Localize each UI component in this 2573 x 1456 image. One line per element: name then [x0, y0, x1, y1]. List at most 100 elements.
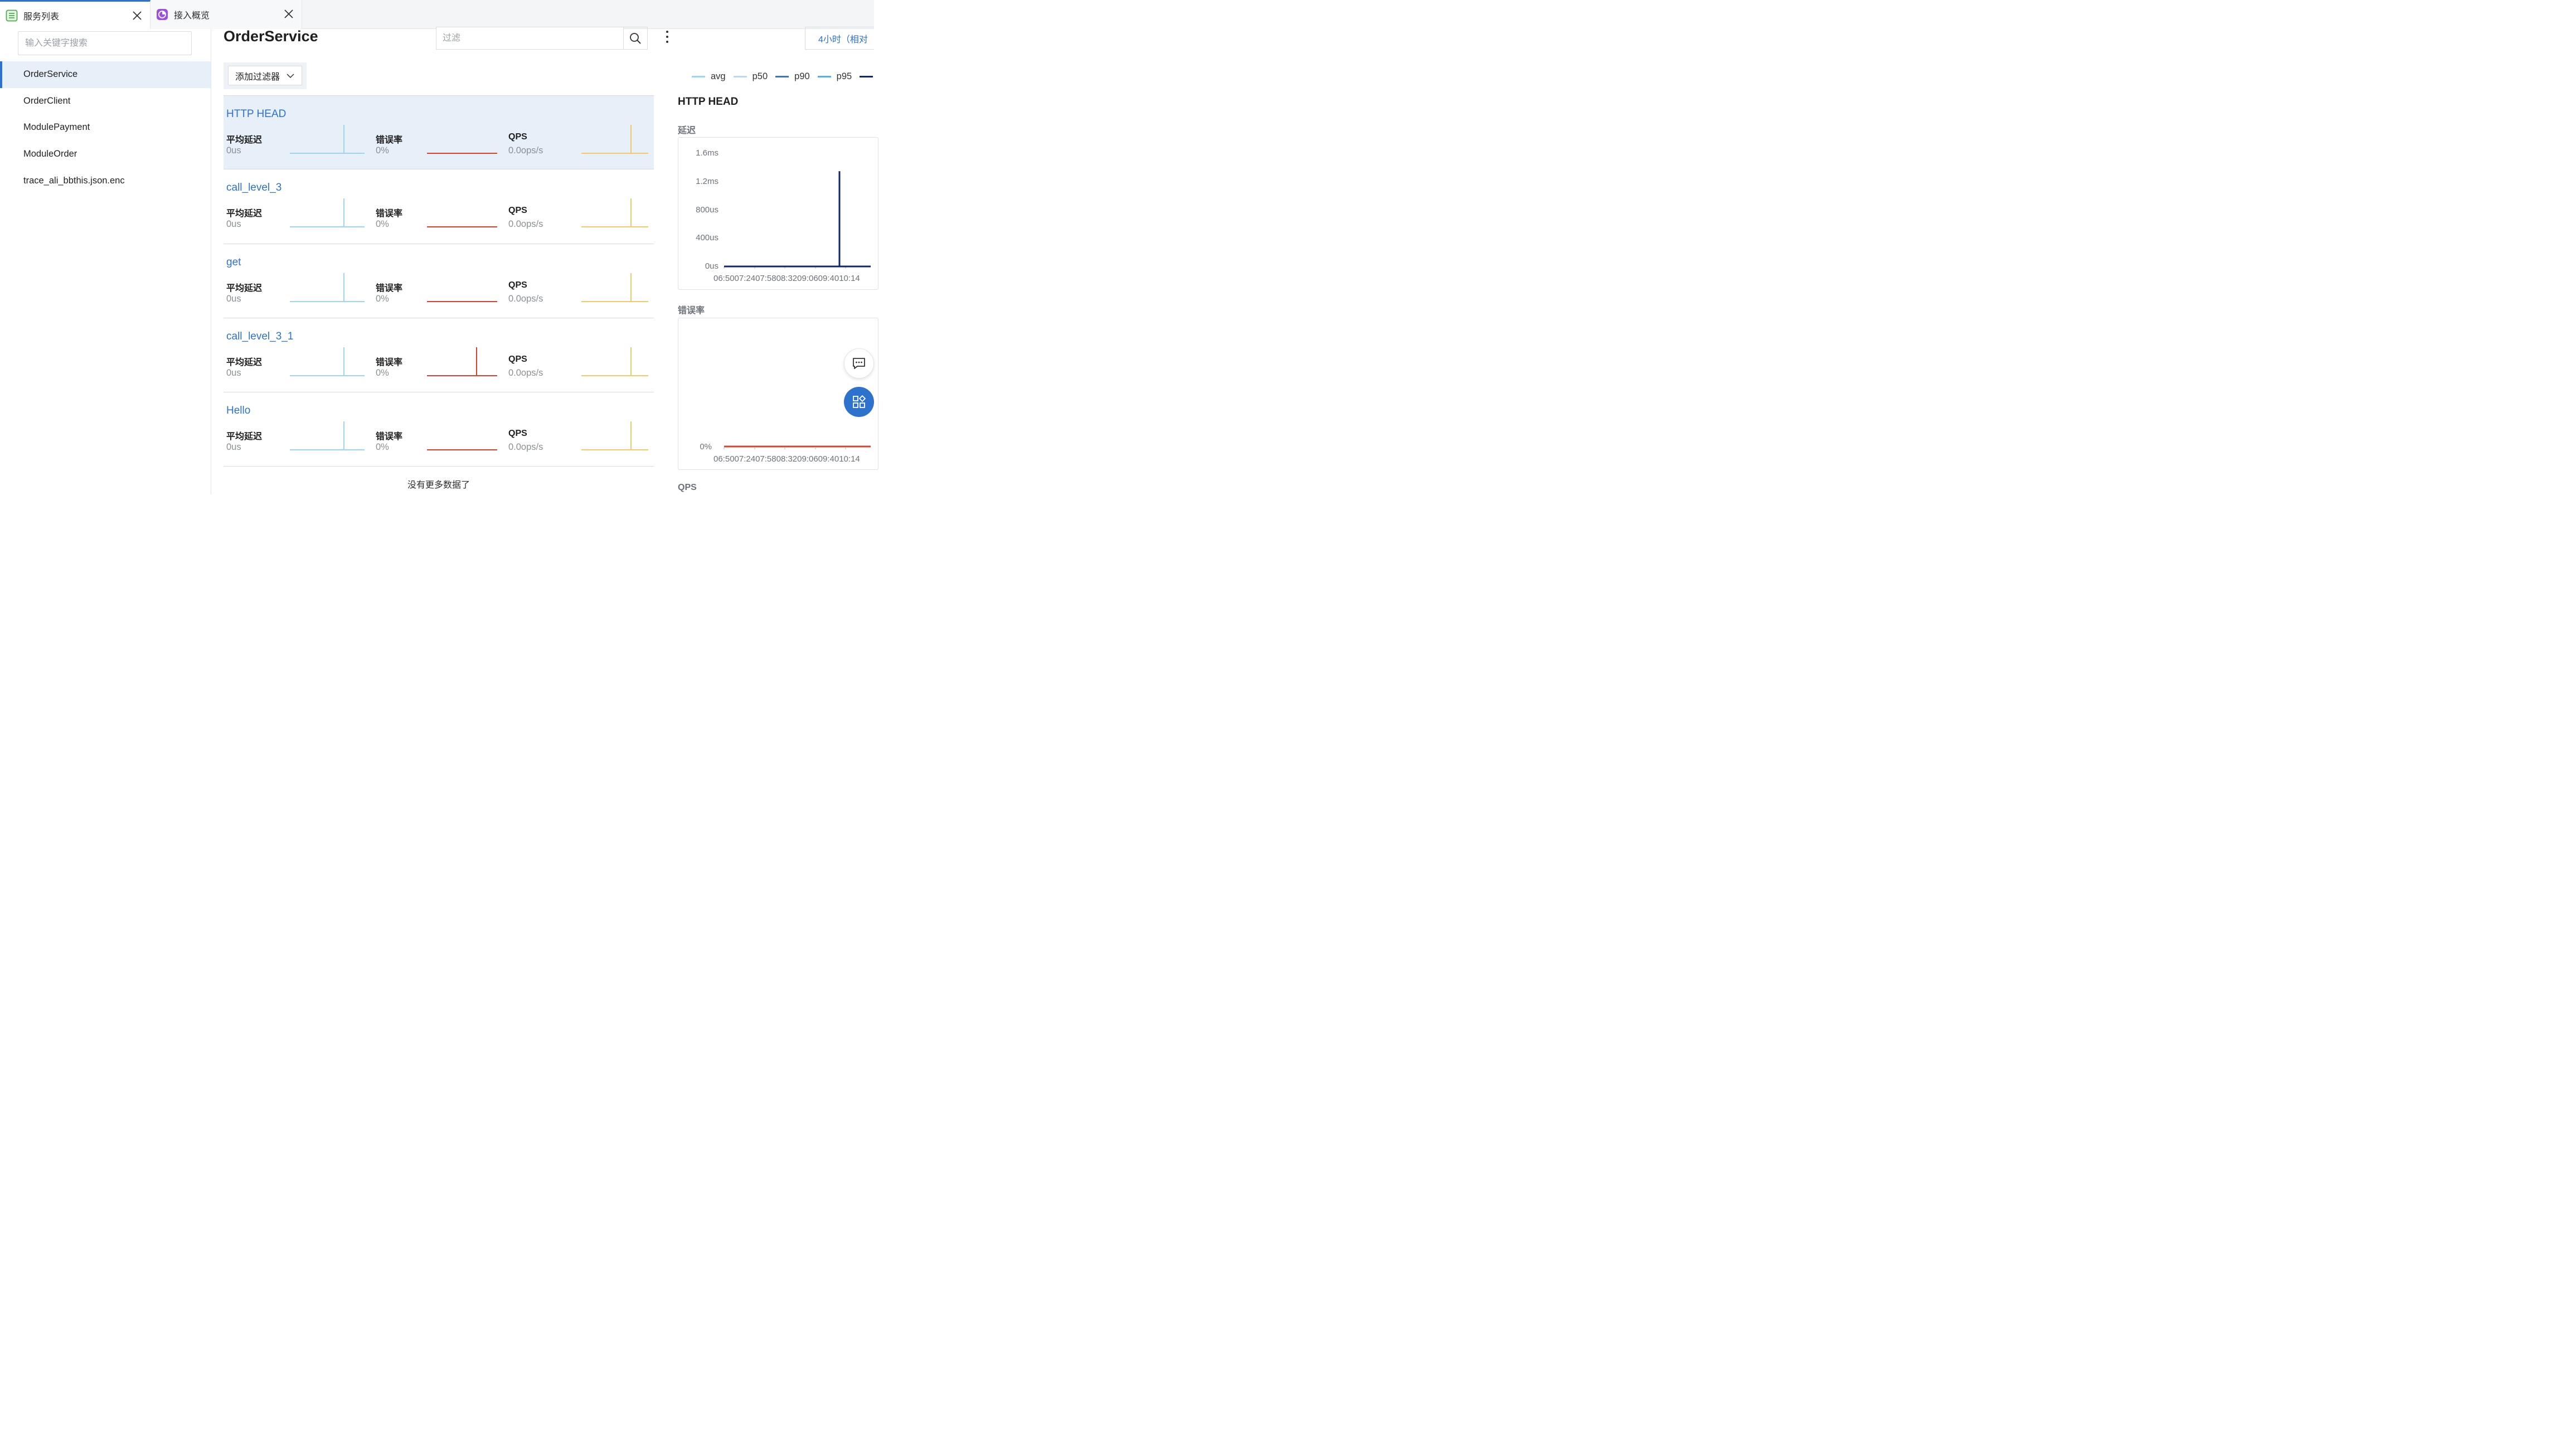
latency-label: 平均延迟: [226, 283, 263, 293]
error-rate-label: 错误率: [376, 432, 403, 442]
endpoint-card[interactable]: call_level_3 平均延迟 0us 错误率 0% QPS 0.0ops/s: [224, 169, 654, 244]
no-more-data-label: 没有更多数据了: [407, 481, 470, 490]
latency-chart: 1.6ms 1.2ms 800us 400us 0us 06:5007:2407:5808…: [678, 137, 878, 290]
more-options-icon[interactable]: [662, 31, 672, 43]
error-rate-value: 0%: [376, 442, 389, 453]
sidebar-item-service[interactable]: ModulePayment: [0, 114, 211, 141]
error-rate-sparkline: [427, 226, 497, 228]
legend-item[interactable]: p95: [817, 71, 852, 82]
endpoint-name: HTTP HEAD: [226, 108, 287, 120]
y-tick-label: 0us: [705, 261, 719, 271]
x-tick-labels: 06:5007:2407:5808:3209:0609:4010:14: [713, 274, 860, 283]
error-rate-sparkline: [427, 449, 497, 451]
y-tick-label: 1.2ms: [696, 177, 719, 186]
endpoint-card[interactable]: get 平均延迟 0us 错误率 0% QPS 0.0ops/s: [224, 244, 654, 318]
latency-value: 0us: [226, 219, 241, 230]
latency-sparkline: [290, 198, 365, 228]
endpoint-name: Hello: [226, 405, 251, 417]
latency-sparkline: [290, 347, 365, 376]
qps-value: 0.0ops/s: [508, 145, 543, 156]
latency-value: 0us: [226, 293, 241, 304]
sidebar-item-service[interactable]: OrderService: [0, 61, 211, 88]
legend-label: p95: [836, 71, 852, 81]
legend-label: p90: [794, 71, 810, 81]
latency-sparkline: [290, 273, 365, 302]
latency-label: 平均延迟: [226, 357, 263, 367]
chat-icon: [853, 358, 865, 369]
search-icon: [630, 32, 641, 44]
legend-swatch: [860, 76, 873, 77]
endpoint-card[interactable]: Hello 平均延迟 0us 错误率 0% QPS 0.0ops/s: [224, 392, 654, 467]
error-rate-value: 0%: [376, 293, 389, 304]
error-rate-value: 0%: [376, 367, 389, 378]
error-rate-sparkline: [427, 347, 497, 376]
sidebar-item-service[interactable]: ModuleOrder: [0, 141, 211, 168]
error-section-label: 错误率: [678, 306, 705, 316]
service-sidebar: OrderServiceOrderClientModulePaymentModu…: [0, 29, 211, 494]
legend-swatch: [817, 76, 831, 77]
qps-label: QPS: [508, 206, 527, 216]
qps-label: QPS: [508, 354, 527, 364]
service-list: OrderService OrderClient ModulePayment Modu…: [0, 61, 211, 194]
sidebar-item-service[interactable]: trace_ali_bbthis.json.enc: [0, 167, 211, 194]
error-rate-value: 0%: [376, 219, 389, 230]
y-tick-label: 0%: [700, 442, 712, 452]
service-search-input[interactable]: [18, 31, 192, 55]
latency-section-label: 延迟: [678, 126, 696, 135]
latency-sparkline: [290, 421, 365, 451]
pie-chart-icon: [156, 8, 168, 21]
error-rate-label: 错误率: [376, 135, 403, 145]
error-rate-sparkline: [427, 300, 497, 302]
legend-item[interactable]: [860, 76, 878, 77]
filter-input[interactable]: [436, 27, 623, 49]
feedback-button[interactable]: [844, 348, 874, 378]
endpoint-card[interactable]: call_level_3_1 平均延迟 0us 错误率 0% QPS 0.0ops/s: [224, 318, 654, 393]
latency-chart-svg: 1.6ms 1.2ms 800us 400us 0us 06:5007:2407:5808…: [696, 148, 871, 283]
y-tick-label: 800us: [696, 205, 719, 215]
latency-label: 平均延迟: [226, 209, 263, 219]
add-filter-label: 添加过滤器: [235, 72, 280, 82]
close-icon[interactable]: [131, 9, 143, 22]
search-button[interactable]: [623, 27, 647, 49]
y-tick-label: 400us: [696, 233, 719, 242]
legend-swatch: [775, 76, 789, 77]
latency-value: 0us: [226, 367, 241, 378]
x-tick-labels: 06:5007:2407:5808:3209:0609:4010:14: [713, 454, 860, 464]
close-icon[interactable]: [283, 8, 295, 20]
qps-value: 0.0ops/s: [508, 442, 543, 453]
qps-sparkline: [581, 125, 648, 154]
sidebar-item-service[interactable]: OrderClient: [0, 88, 211, 115]
add-filter-button[interactable]: 添加过滤器: [228, 66, 302, 85]
endpoint-name: call_level_3_1: [226, 330, 294, 342]
qps-label: QPS: [508, 280, 527, 290]
y-tick-label: 1.6ms: [696, 148, 719, 158]
qps-value: 0.0ops/s: [508, 367, 543, 378]
chevron-down-icon: [287, 74, 294, 79]
qps-sparkline: [581, 273, 648, 302]
filter-toolbar: 添加过滤器: [224, 62, 307, 89]
legend-swatch: [733, 76, 747, 77]
apps-icon: [853, 395, 866, 408]
tab-label: 服务列表: [23, 12, 60, 22]
legend-item[interactable]: p90: [775, 71, 810, 82]
latency-value: 0us: [226, 145, 241, 156]
legend-item[interactable]: avg: [692, 71, 726, 82]
qps-value: 0.0ops/s: [508, 219, 543, 230]
legend-item[interactable]: p50: [733, 71, 768, 82]
error-rate-value: 0%: [376, 145, 389, 156]
qps-sparkline: [581, 421, 648, 451]
endpoint-list: HTTP HEAD 平均延迟 0us 错误率 0% QPS 0.0ops/s call_lev…: [224, 95, 654, 467]
tab-service-list[interactable]: 服务列表: [0, 0, 151, 30]
qps-label: QPS: [508, 429, 527, 439]
tab-label: 接入概览: [174, 11, 210, 21]
endpoint-card[interactable]: HTTP HEAD 平均延迟 0us 错误率 0% QPS 0.0ops/s: [224, 95, 654, 170]
qps-sparkline: [581, 198, 648, 228]
detail-title: HTTP HEAD: [678, 96, 739, 108]
page-title: OrderService: [224, 28, 318, 45]
apps-button[interactable]: [844, 387, 874, 417]
qps-sparkline: [581, 347, 648, 376]
tab-access-overview[interactable]: 接入概览: [151, 0, 302, 29]
time-range-button[interactable]: 4小时（相对: [805, 27, 874, 50]
legend-swatch: [692, 76, 705, 77]
latency-value: 0us: [226, 442, 241, 453]
